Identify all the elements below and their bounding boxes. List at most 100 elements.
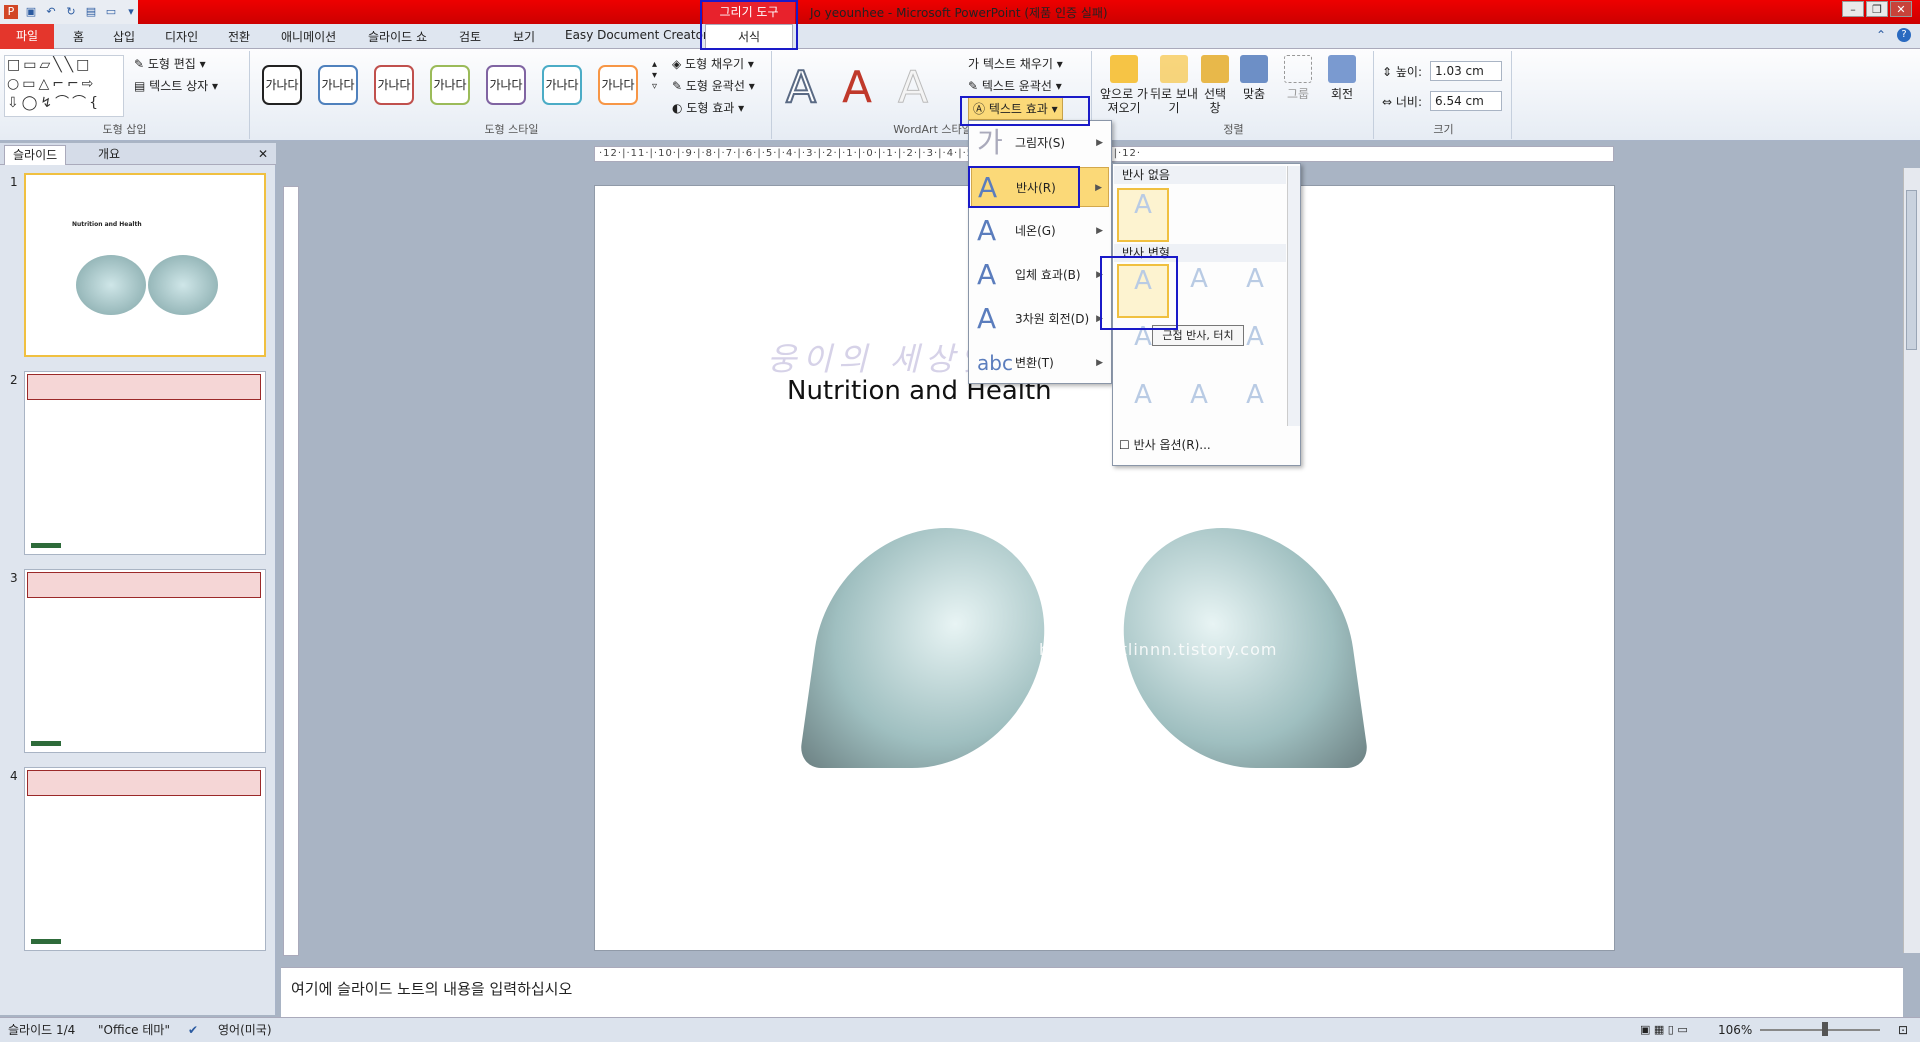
minimize-button[interactable]: – — [1842, 1, 1864, 17]
edit-shape-icon: ✎ — [134, 57, 148, 71]
reflection-option-7[interactable]: A — [1117, 380, 1169, 434]
tab-slideshow[interactable]: 슬라이드 쇼 — [368, 28, 427, 45]
menu-item-bevel[interactable]: A 입체 효과(B) ▶ — [971, 255, 1109, 295]
submenu-arrow-icon: ▶ — [1096, 138, 1103, 148]
spellcheck-icon[interactable]: ✔ — [188, 1018, 198, 1042]
url-watermark: https://jetlinnn.tistory.com — [1039, 640, 1278, 659]
tab-view[interactable]: 보기 — [513, 28, 535, 45]
reflection-option-9[interactable]: A — [1229, 380, 1281, 434]
rotate-icon — [1328, 55, 1356, 83]
slide-thumbnail-1[interactable]: Nutrition and Health — [24, 173, 266, 357]
save-icon[interactable]: ▣ — [24, 5, 38, 19]
selection-pane-button[interactable]: 선택 창 — [1200, 55, 1230, 115]
text-box-icon: ▤ — [134, 79, 150, 93]
open-folder-icon[interactable]: ▭ — [104, 5, 118, 19]
reflection-option-2[interactable]: A — [1173, 264, 1225, 318]
shape-style-6[interactable]: 가나다 — [542, 65, 582, 105]
submenu-scrollbar[interactable] — [1287, 166, 1300, 426]
notes-pane[interactable]: 여기에 슬라이드 노트의 내용을 입력하십시오 — [281, 967, 1903, 1017]
drawing-tools-highlight — [700, 0, 798, 50]
shape-styles-more-icon[interactable]: ▴ ▾ ▿ — [652, 59, 657, 92]
thumbnail-banner — [27, 770, 261, 796]
zoom-slider[interactable] — [1760, 1029, 1880, 1031]
shape-style-1[interactable]: 가나다 — [262, 65, 302, 105]
reflection-options-link[interactable]: ☐ 반사 옵션(R)... — [1119, 436, 1211, 453]
thumbnail-image-right — [148, 255, 218, 315]
menu-item-glow[interactable]: A 네온(G) ▶ — [971, 211, 1109, 251]
wordart-style-2[interactable]: A — [842, 65, 872, 111]
undo-icon[interactable]: ↶ — [44, 5, 58, 19]
slide-thumbnail-2[interactable] — [24, 371, 266, 555]
tab-animations[interactable]: 애니메이션 — [281, 28, 336, 45]
view-buttons[interactable]: ▣ ▦ ▯ ▭ — [1640, 1018, 1688, 1042]
tab-transitions[interactable]: 전환 — [228, 28, 250, 45]
tab-design[interactable]: 디자인 — [165, 28, 198, 45]
group-button[interactable]: 그룹 — [1278, 55, 1318, 101]
menu-item-shadow[interactable]: 가 그림자(S) ▶ — [971, 123, 1109, 163]
shape-style-3[interactable]: 가나다 — [374, 65, 414, 105]
shadow-icon: 가 — [977, 126, 1003, 159]
shape-style-5[interactable]: 가나다 — [486, 65, 526, 105]
slide-number-4: 4 — [10, 769, 18, 783]
tab-easy-document-creator[interactable]: Easy Document Creator — [565, 28, 708, 42]
size-label: 크기 — [1433, 123, 1454, 136]
help-icon[interactable]: ? — [1897, 28, 1911, 42]
align-button[interactable]: 맞춤 — [1234, 55, 1274, 101]
reflection-option-3[interactable]: A — [1229, 264, 1281, 318]
tab-outline[interactable]: 개요 — [90, 145, 128, 165]
tab-slides[interactable]: 슬라이드 — [4, 145, 67, 165]
menu-item-3d-rotation[interactable]: A 3차원 회전(D) ▶ — [971, 299, 1109, 339]
shape-style-2[interactable]: 가나다 — [318, 65, 358, 105]
fit-to-window-icon[interactable]: ⊡ — [1898, 1018, 1908, 1042]
text-outline-button[interactable]: ✎ 텍스트 윤곽선 ▾ — [968, 77, 1062, 94]
ribbon-tabs: 파일 홈 삽입 디자인 전환 애니메이션 슬라이드 쇼 검토 보기 Easy D… — [0, 24, 1920, 49]
hand-image-left[interactable] — [798, 528, 1060, 768]
status-language[interactable]: 영어(미국) — [218, 1018, 272, 1042]
shape-effects-button[interactable]: ◐ 도형 효과 ▾ — [672, 99, 744, 116]
no-reflection-option[interactable]: A — [1117, 188, 1169, 242]
zoom-slider-thumb[interactable] — [1822, 1022, 1828, 1036]
rotate-button[interactable]: 회전 — [1322, 55, 1362, 101]
slide-number-2: 2 — [10, 373, 18, 387]
tab-home[interactable]: 홈 — [73, 28, 84, 45]
bring-forward-icon — [1110, 55, 1138, 83]
vertical-scrollbar[interactable] — [1903, 168, 1920, 953]
minimize-ribbon-icon[interactable]: ⌃ — [1876, 28, 1886, 42]
width-input[interactable]: 6.54 cm — [1430, 91, 1502, 111]
text-box-button[interactable]: ▤ 텍스트 상자 ▾ — [134, 77, 218, 94]
shape-style-7[interactable]: 가나다 — [598, 65, 638, 105]
slide-number-1: 1 — [10, 175, 18, 189]
reflection-option-8[interactable]: A — [1173, 380, 1225, 434]
height-input[interactable]: 1.03 cm — [1430, 61, 1502, 81]
tab-file[interactable]: 파일 — [0, 24, 54, 49]
zoom-level[interactable]: 106% — [1718, 1018, 1752, 1042]
tab-review[interactable]: 검토 — [459, 28, 481, 45]
new-file-icon[interactable]: ▤ — [84, 5, 98, 19]
shapes-gallery[interactable]: □▭▱╲╲□ ○▭△⌐⌐⇨ ⇩◯↯⌒⌒{ — [4, 55, 124, 117]
insert-shapes-group: □▭▱╲╲□ ○▭△⌐⌐⇨ ⇩◯↯⌒⌒{ ✎ 도형 편집 ▾ ▤ 텍스트 상자 ▾ … — [0, 51, 250, 139]
menu-item-transform[interactable]: abc 변환(T) ▶ — [971, 343, 1109, 383]
text-fill-button[interactable]: 가 텍스트 채우기 ▾ — [968, 55, 1063, 72]
customize-qat-icon[interactable]: ▾ — [124, 5, 138, 19]
thumbnail-logo — [31, 543, 61, 548]
edit-shape-button[interactable]: ✎ 도형 편집 ▾ — [134, 55, 206, 72]
wordart-style-1[interactable]: A — [785, 64, 817, 112]
tab-insert[interactable]: 삽입 — [113, 28, 135, 45]
transform-icon: abc — [977, 351, 1013, 375]
wordart-style-3[interactable]: A — [897, 64, 928, 111]
checkbox-icon: ☐ — [1119, 438, 1134, 452]
slide-thumbnail-3[interactable] — [24, 569, 266, 753]
redo-icon[interactable]: ↻ — [64, 5, 78, 19]
shape-outline-button[interactable]: ✎ 도형 윤곽선 ▾ — [672, 77, 755, 94]
send-backward-button[interactable]: 뒤로 보내기 — [1150, 55, 1198, 115]
scroll-thumb[interactable] — [1906, 190, 1917, 350]
shape-fill-button[interactable]: ◈ 도형 채우기 ▾ — [672, 55, 754, 72]
close-pane-icon[interactable]: ✕ — [250, 145, 276, 165]
slide-thumbnail-4[interactable] — [24, 767, 266, 951]
bring-forward-button[interactable]: 앞으로 가져오기 — [1100, 55, 1148, 115]
close-button[interactable]: ✕ — [1890, 1, 1912, 17]
shape-style-4[interactable]: 가나다 — [430, 65, 470, 105]
thumbnail-image-left — [76, 255, 146, 315]
status-bar: 슬라이드 1/4 "Office 테마" ✔ 영어(미국) ▣ ▦ ▯ ▭ 10… — [0, 1017, 1920, 1042]
restore-button[interactable]: ❐ — [1866, 1, 1888, 17]
